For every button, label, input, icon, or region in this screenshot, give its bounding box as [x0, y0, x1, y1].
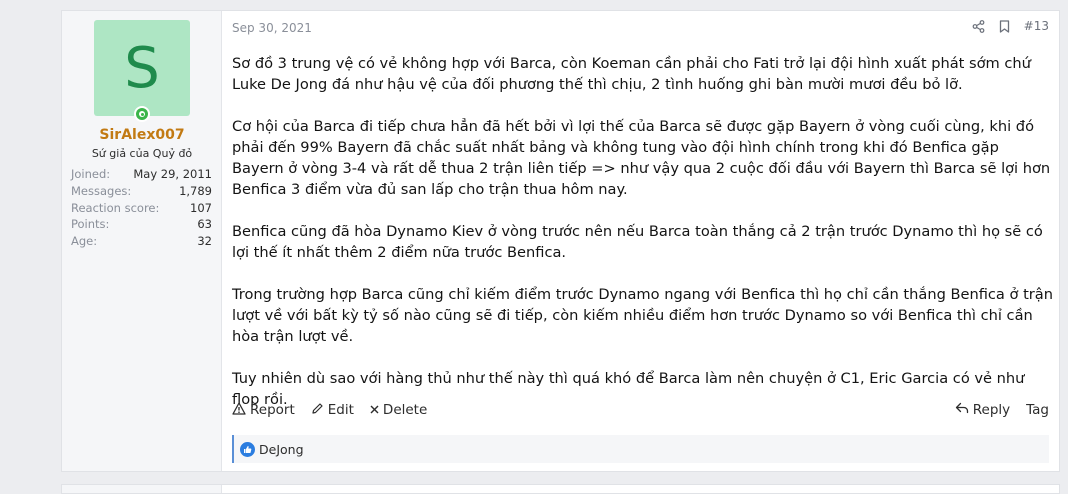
post-message: S SirAlex007 Sứ giả của Quỷ đỏ Joined: M…	[61, 10, 1060, 472]
stat-label: Age:	[71, 234, 98, 249]
post-footer: Report Edit Delete Reply Tag	[232, 399, 1049, 421]
close-icon	[370, 402, 379, 418]
reaction-users[interactable]: DeJong	[259, 442, 304, 457]
user-info-column: S SirAlex007 Sứ giả của Quỷ đỏ Joined: M…	[62, 11, 222, 471]
post-number-link[interactable]: #13	[1024, 19, 1049, 33]
warning-icon	[232, 401, 246, 419]
post-content: Sep 30, 2021 #13 Sơ đồ 3 trung vệ có vẻ …	[222, 11, 1059, 471]
tag-button[interactable]: Tag	[1026, 402, 1049, 418]
user-title: Sứ giả của Quỷ đỏ	[91, 147, 193, 160]
footer-right-actions: Reply Tag	[955, 402, 1049, 418]
stat-age: Age: 32	[71, 233, 212, 250]
footer-left-actions: Report Edit Delete	[232, 401, 427, 419]
stat-label: Points:	[71, 217, 110, 232]
reply-label: Reply	[972, 402, 1011, 418]
stat-points: Points: 63	[71, 216, 212, 233]
pencil-icon	[311, 402, 324, 419]
post-paragraph: Benfica cũng đã hòa Dynamo Kiev ở vòng t…	[232, 223, 1043, 261]
stat-value: 107	[190, 200, 212, 215]
delete-label: Delete	[382, 402, 428, 418]
stat-joined: Joined: May 29, 2011	[71, 166, 212, 183]
stat-messages: Messages: 1,789	[71, 183, 212, 200]
reply-button[interactable]: Reply	[955, 402, 1010, 418]
stat-label: Messages:	[71, 183, 132, 198]
stat-label: Reaction score:	[71, 200, 160, 215]
report-button[interactable]: Report	[232, 401, 295, 419]
post-body: Sơ đồ 3 trung vệ có vẻ không hợp với Bar…	[232, 53, 1053, 431]
stat-reaction-score: Reaction score: 107	[71, 200, 212, 217]
user-stats: Joined: May 29, 2011 Messages: 1,789 Rea…	[71, 166, 212, 250]
stat-value: 32	[197, 234, 212, 249]
post-paragraph: Cơ hội của Barca đi tiếp chưa hẳn đã hết…	[232, 118, 1051, 198]
edit-button[interactable]: Edit	[311, 402, 354, 419]
post-paragraph: Sơ đồ 3 trung vệ có vẻ không hợp với Bar…	[232, 55, 1031, 93]
bookmark-icon[interactable]	[999, 19, 1010, 33]
avatar-letter: S	[124, 35, 160, 101]
username-link[interactable]: SirAlex007	[62, 127, 222, 143]
stat-label: Joined:	[71, 167, 111, 181]
stat-value[interactable]: 63	[197, 216, 212, 233]
avatar[interactable]: S	[94, 20, 190, 116]
tag-label: Tag	[1026, 402, 1049, 418]
post-top-actions: #13	[972, 19, 1049, 33]
next-post	[61, 484, 1060, 494]
share-icon[interactable]	[972, 19, 985, 33]
stat-value: May 29, 2011	[133, 167, 212, 181]
online-status-icon	[134, 106, 150, 122]
edit-label: Edit	[327, 402, 354, 418]
delete-button[interactable]: Delete	[370, 402, 427, 418]
thumbs-up-icon	[240, 441, 255, 457]
stat-value[interactable]: 1,789	[179, 183, 212, 200]
post-date[interactable]: Sep 30, 2021	[232, 21, 312, 35]
report-label: Report	[250, 402, 295, 418]
reply-icon	[955, 402, 969, 418]
post-paragraph: Trong trường hợp Barca cũng chỉ kiếm điể…	[232, 286, 1053, 345]
reactions-bar[interactable]: DeJong	[232, 435, 1049, 463]
